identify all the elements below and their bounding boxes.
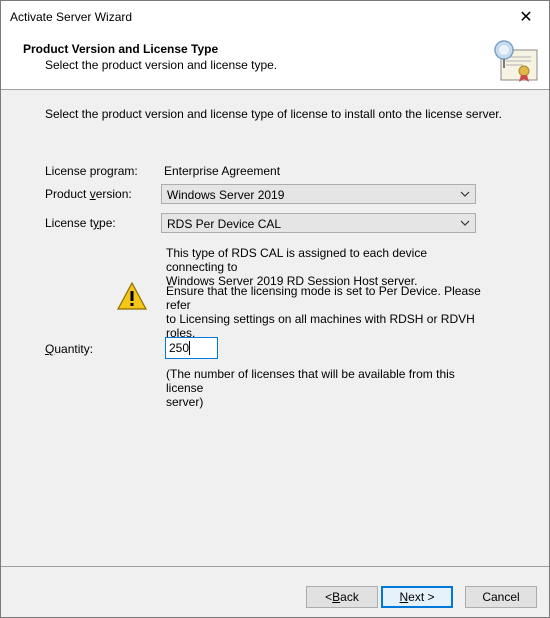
license-type-label: License type: — [45, 216, 116, 230]
license-program-value: Enterprise Agreement — [164, 164, 281, 178]
license-type-select[interactable]: RDS Per Device CAL — [161, 213, 476, 233]
next-button[interactable]: Next > — [381, 586, 453, 608]
certificate-icon — [494, 40, 538, 82]
product-version-label: Product version: — [45, 187, 132, 201]
close-icon: ✕ — [519, 8, 533, 26]
quantity-value: 250 — [169, 341, 190, 355]
intro-text: Select the product version and license t… — [45, 107, 502, 121]
cancel-button[interactable]: Cancel — [465, 586, 537, 608]
activate-server-wizard-window: Activate Server Wizard ✕ Product Version… — [0, 0, 550, 618]
license-type-selected: RDS Per Device CAL — [167, 217, 282, 231]
license-program-label: License program: — [45, 164, 138, 178]
quantity-hint: (The number of licenses that will be ava… — [166, 367, 455, 409]
window-title: Activate Server Wizard — [10, 10, 133, 24]
chevron-down-icon — [460, 191, 470, 197]
close-button[interactable]: ✕ — [503, 1, 549, 32]
title-bar: Activate Server Wizard ✕ — [1, 1, 549, 32]
wizard-header: Product Version and License Type Select … — [1, 32, 549, 90]
warning-icon — [116, 281, 148, 310]
text-caret — [189, 341, 190, 355]
page-subtitle: Select the product version and license t… — [45, 58, 278, 72]
licensing-mode-warning: Ensure that the licensing mode is set to… — [166, 284, 481, 340]
wizard-footer: < Back Next > Cancel — [1, 566, 549, 617]
quantity-label: Quantity: — [45, 342, 94, 356]
product-version-selected: Windows Server 2019 — [167, 188, 285, 202]
chevron-down-icon — [460, 220, 470, 226]
product-version-select[interactable]: Windows Server 2019 — [161, 184, 476, 204]
quantity-input[interactable]: 250 — [165, 337, 218, 359]
back-button[interactable]: < Back — [306, 586, 378, 608]
page-title: Product Version and License Type — [23, 42, 219, 56]
license-description: This type of RDS CAL is assigned to each… — [166, 246, 428, 288]
